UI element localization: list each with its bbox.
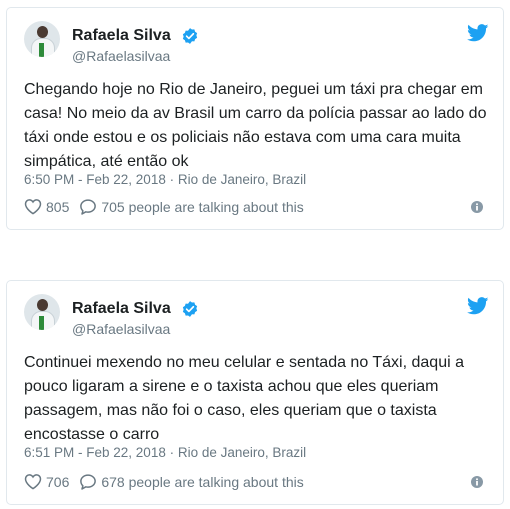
tweet-card-1[interactable]: Rafaela Silva @Rafaelasilvaa Chegando ho…	[6, 7, 504, 230]
tweet-timestamp[interactable]: 6:51 PM - Feb 22, 2018 · Rio de Janeiro,…	[24, 445, 306, 460]
twitter-bird-icon[interactable]	[467, 297, 489, 315]
author-handle[interactable]: @Rafaelasilvaa	[72, 321, 170, 337]
tweet-text: Continuei mexendo no meu celular e senta…	[24, 354, 464, 443]
reply-bubble-icon[interactable]	[79, 198, 97, 215]
like-count[interactable]: 805	[46, 199, 69, 215]
info-icon[interactable]	[471, 476, 483, 488]
author-name[interactable]: Rafaela Silva	[72, 300, 171, 318]
tweet-actions: 706 678 people are talking about this	[24, 473, 304, 490]
heart-icon[interactable]	[24, 198, 42, 215]
heart-icon[interactable]	[24, 473, 42, 490]
reply-bubble-icon[interactable]	[79, 473, 97, 490]
talking-count[interactable]: 705 people are talking about this	[101, 199, 303, 215]
author-name[interactable]: Rafaela Silva	[72, 27, 171, 45]
verified-badge-icon	[182, 28, 198, 44]
tweet-timestamp[interactable]: 6:50 PM - Feb 22, 2018 · Rio de Janeiro,…	[24, 172, 306, 187]
tweet-actions: 805 705 people are talking about this	[24, 198, 304, 215]
avatar[interactable]	[24, 294, 60, 330]
info-icon[interactable]	[471, 201, 483, 213]
talking-count[interactable]: 678 people are talking about this	[101, 474, 303, 490]
avatar[interactable]	[24, 21, 60, 57]
twitter-bird-icon[interactable]	[467, 24, 489, 42]
author-handle[interactable]: @Rafaelasilvaa	[72, 48, 170, 64]
tweet-text: Chegando hoje no Rio de Janeiro, peguei …	[24, 81, 487, 170]
verified-badge-icon	[182, 301, 198, 317]
tweet-card-2[interactable]: Rafaela Silva @Rafaelasilvaa Continuei m…	[6, 280, 504, 505]
like-count[interactable]: 706	[46, 474, 69, 490]
